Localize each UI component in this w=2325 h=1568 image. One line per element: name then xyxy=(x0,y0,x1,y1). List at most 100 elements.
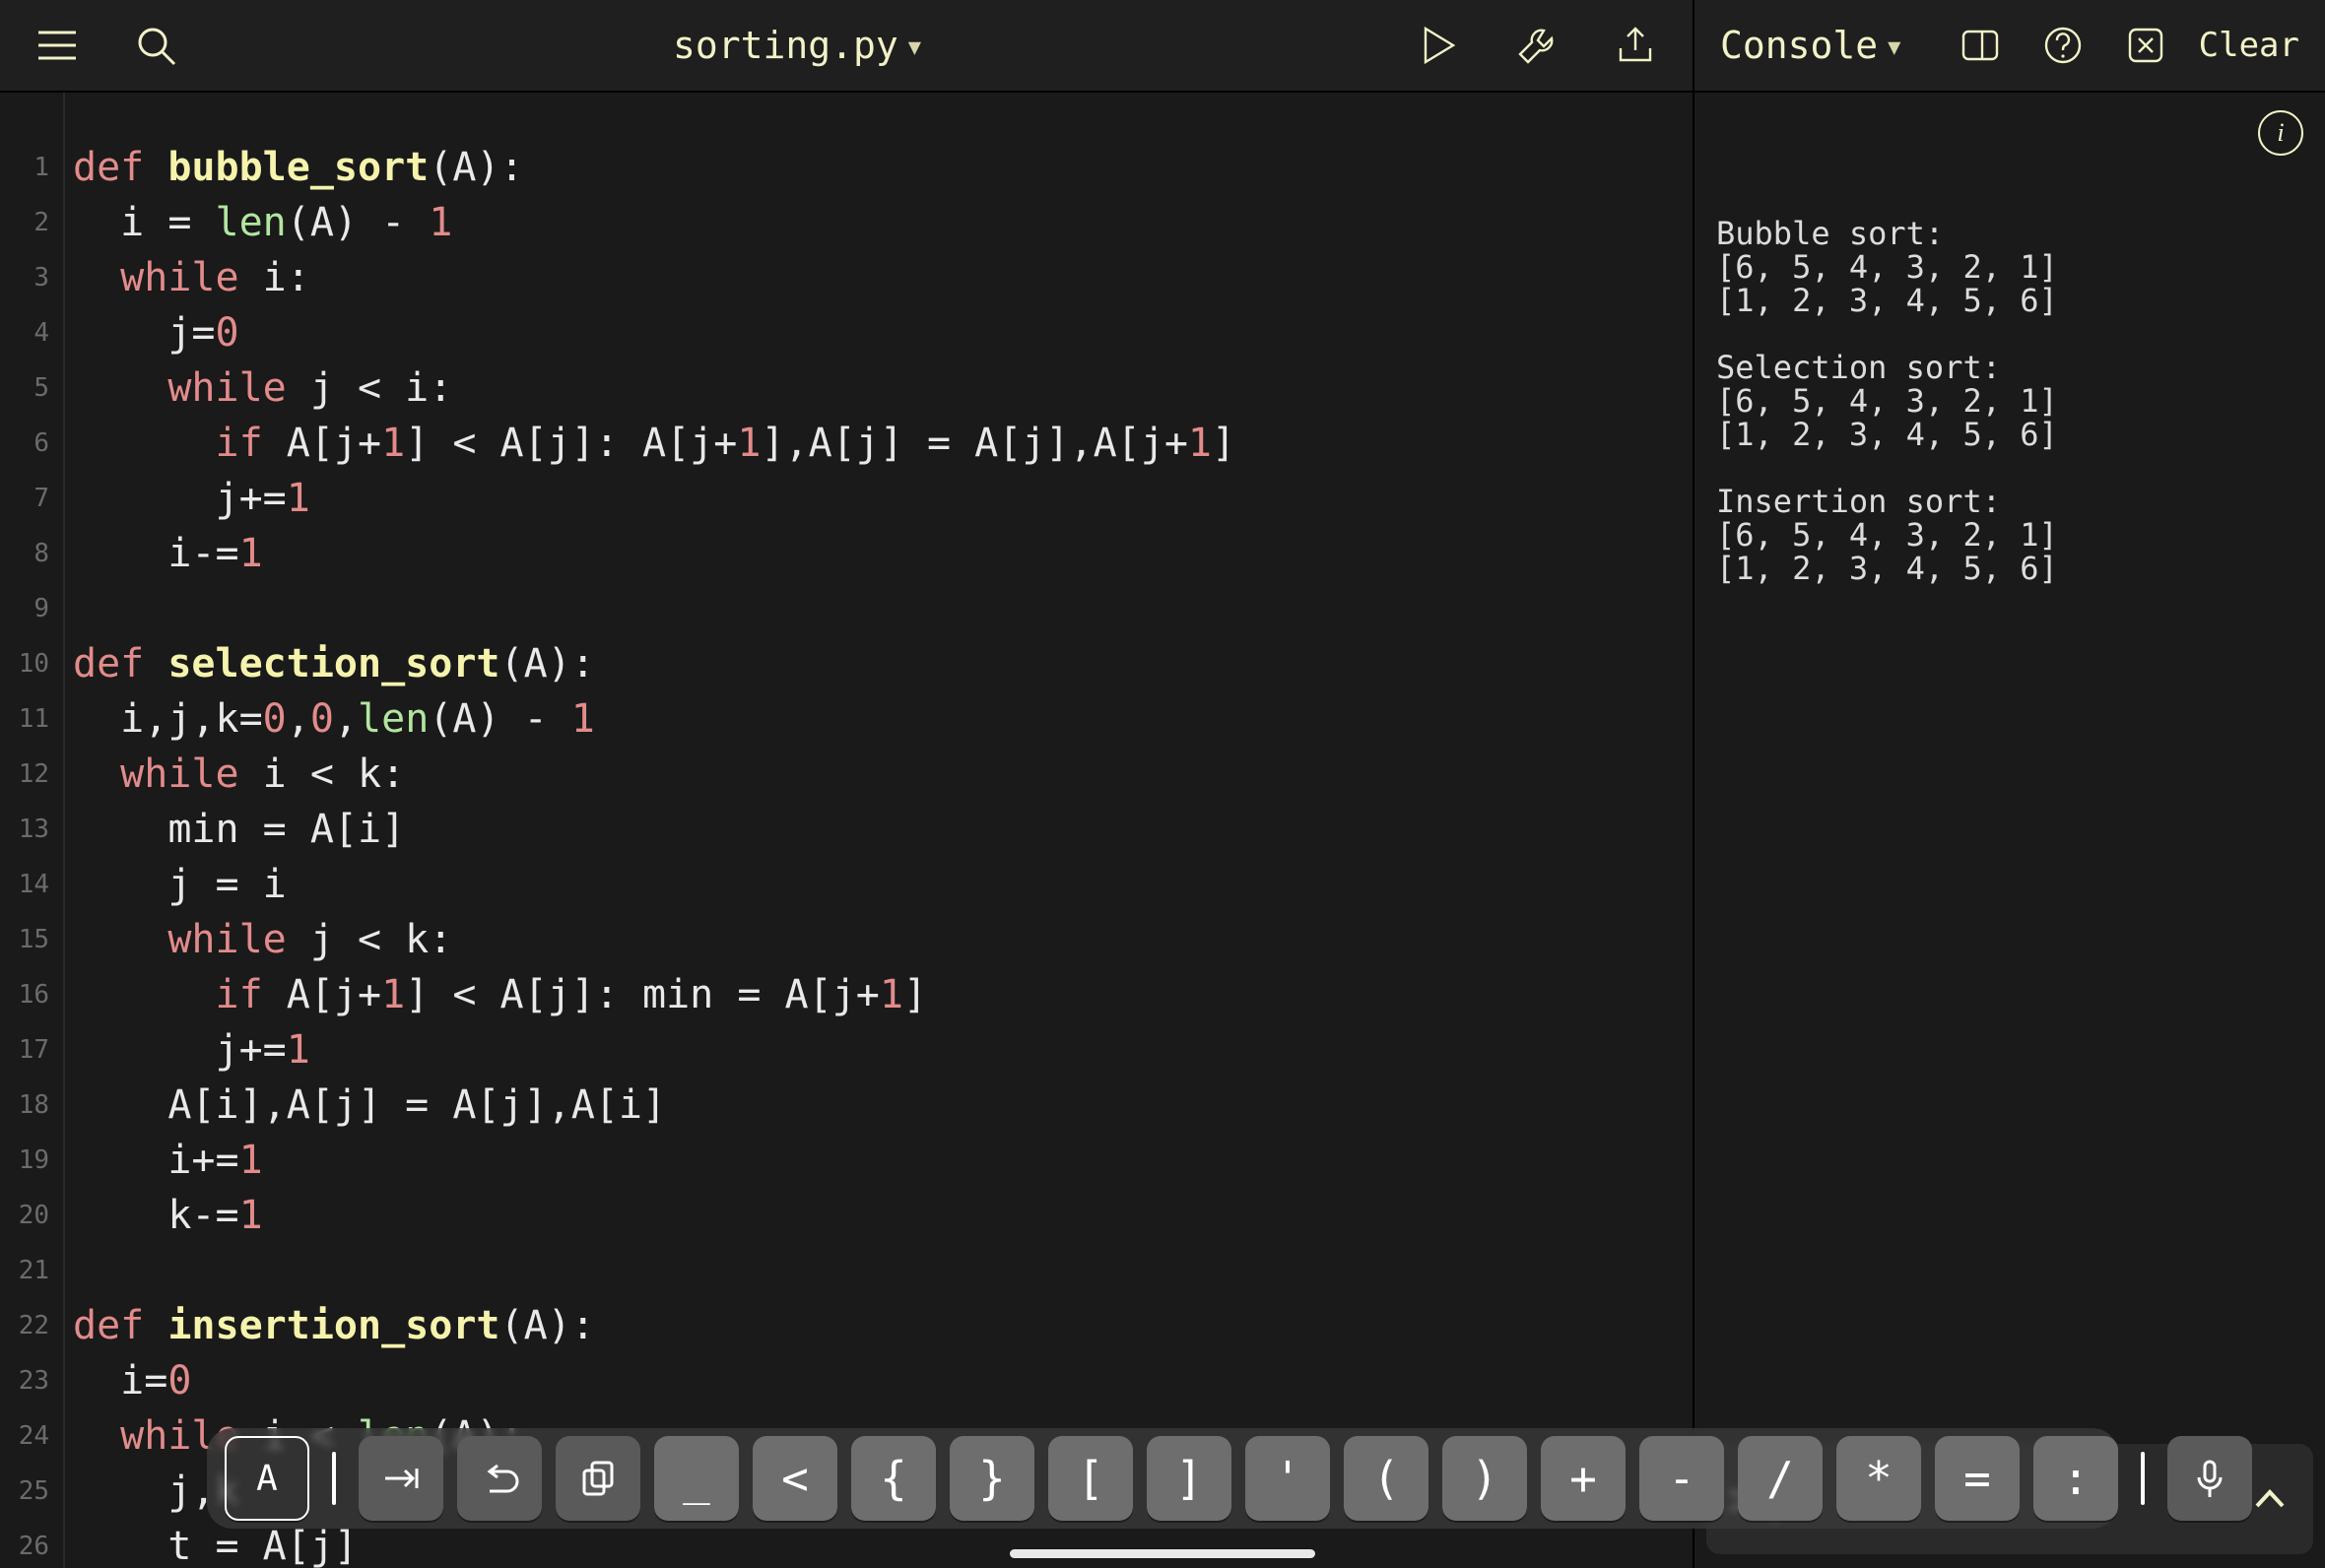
key-}[interactable]: } xyxy=(950,1436,1034,1521)
key-([interactable]: ( xyxy=(1344,1436,1428,1521)
line-number: 20 xyxy=(0,1188,53,1243)
console-title[interactable]: Console ▼ xyxy=(1720,24,1900,67)
console-output: i Bubble sort: [6, 5, 4, 3, 2, 1] [1, 2,… xyxy=(1694,93,2325,1444)
code-line[interactable]: min = A[i] xyxy=(73,802,1693,857)
line-number: 18 xyxy=(0,1078,53,1133)
close-console-icon[interactable] xyxy=(2116,16,2175,75)
code-line[interactable]: i,j,k=0,0,len(A) - 1 xyxy=(73,691,1693,747)
key-][interactable]: ] xyxy=(1147,1436,1231,1521)
file-title[interactable]: sorting.py ▼ xyxy=(673,24,921,67)
console-dropdown-icon: ▼ xyxy=(1888,35,1900,60)
share-icon[interactable] xyxy=(1606,16,1665,75)
code-line[interactable]: k-=1 xyxy=(73,1188,1693,1243)
main-split: sorting.py ▼ 123456789101112131415161718… xyxy=(0,0,2325,1568)
console-output-text: Bubble sort: [6, 5, 4, 3, 2, 1] [1, 2, 3… xyxy=(1716,217,2303,585)
line-number: 13 xyxy=(0,802,53,857)
code-area[interactable]: 1234567891011121314151617181920212223242… xyxy=(0,93,1693,1568)
console-title-label: Console xyxy=(1720,24,1878,67)
line-number: 4 xyxy=(0,305,53,360)
key-+[interactable]: + xyxy=(1541,1436,1626,1521)
code-line[interactable]: j+=1 xyxy=(73,471,1693,526)
editor-pane: sorting.py ▼ 123456789101112131415161718… xyxy=(0,0,1694,1568)
code-line[interactable]: i+=1 xyxy=(73,1133,1693,1188)
code-line[interactable]: def bubble_sort(A): xyxy=(73,140,1693,195)
code-line[interactable]: i=0 xyxy=(73,1353,1693,1408)
code-line[interactable]: if A[j+1] < A[j]: min = A[j+1] xyxy=(73,967,1693,1022)
key-*[interactable]: * xyxy=(1836,1436,1921,1521)
help-icon[interactable] xyxy=(2033,16,2092,75)
line-number: 1 xyxy=(0,140,53,195)
copy-key[interactable] xyxy=(556,1436,640,1521)
run-icon[interactable] xyxy=(1409,16,1468,75)
code-line[interactable]: A[i],A[j] = A[j],A[i] xyxy=(73,1078,1693,1133)
layout-toggle-icon[interactable] xyxy=(1951,16,2010,75)
tab-key[interactable] xyxy=(359,1436,443,1521)
menu-icon[interactable] xyxy=(28,16,87,75)
code-line[interactable]: while j < i: xyxy=(73,360,1693,416)
key-'[interactable]: ' xyxy=(1245,1436,1330,1521)
key-<[interactable]: < xyxy=(753,1436,837,1521)
key-{[interactable]: { xyxy=(851,1436,936,1521)
editor-toolbar: sorting.py ▼ xyxy=(0,0,1693,93)
info-icon[interactable]: i xyxy=(2258,110,2303,156)
line-number: 14 xyxy=(0,857,53,912)
code-line[interactable]: while i < k: xyxy=(73,747,1693,802)
line-number: 22 xyxy=(0,1298,53,1353)
keyboard-accessory-bar: A _<{}[]'()+-/*=: xyxy=(207,1428,2118,1529)
line-number: 5 xyxy=(0,360,53,416)
line-number: 19 xyxy=(0,1133,53,1188)
code-line[interactable]: j=0 xyxy=(73,305,1693,360)
code-line[interactable]: i-=1 xyxy=(73,526,1693,581)
history-up-icon[interactable] xyxy=(2248,1477,2292,1521)
undo-key[interactable] xyxy=(457,1436,542,1521)
code-line[interactable]: def selection_sort(A): xyxy=(73,636,1693,691)
line-number: 26 xyxy=(0,1519,53,1568)
file-name: sorting.py xyxy=(673,24,898,67)
file-dropdown-icon: ▼ xyxy=(908,35,921,60)
caps-key[interactable]: A xyxy=(225,1436,309,1521)
line-number-gutter: 1234567891011121314151617181920212223242… xyxy=(0,93,65,1568)
tools-icon[interactable] xyxy=(1507,16,1566,75)
line-number: 23 xyxy=(0,1353,53,1408)
home-indicator[interactable] xyxy=(1010,1549,1315,1558)
line-number: 12 xyxy=(0,747,53,802)
key-[[interactable]: [ xyxy=(1048,1436,1133,1521)
code-line[interactable]: if A[j+1] < A[j]: A[j+1],A[j] = A[j],A[j… xyxy=(73,416,1693,471)
clear-button[interactable]: Clear xyxy=(2199,26,2299,65)
key-/[interactable]: / xyxy=(1738,1436,1823,1521)
code-line[interactable]: while j < k: xyxy=(73,912,1693,967)
code-line[interactable]: i = len(A) - 1 xyxy=(73,195,1693,250)
code-line[interactable]: def insertion_sort(A): xyxy=(73,1298,1693,1353)
code-content[interactable]: def bubble_sort(A): i = len(A) - 1 while… xyxy=(65,93,1693,1568)
line-number: 2 xyxy=(0,195,53,250)
key--[interactable]: - xyxy=(1639,1436,1724,1521)
line-number: 6 xyxy=(0,416,53,471)
line-number: 24 xyxy=(0,1408,53,1464)
line-number: 9 xyxy=(0,581,53,636)
line-number: 17 xyxy=(0,1022,53,1078)
line-number: 3 xyxy=(0,250,53,305)
line-number: 8 xyxy=(0,526,53,581)
code-line[interactable] xyxy=(73,581,1693,636)
key-=[interactable]: = xyxy=(1935,1436,2020,1521)
line-number: 25 xyxy=(0,1464,53,1519)
kbd-divider xyxy=(323,1452,345,1505)
code-line[interactable]: j+=1 xyxy=(73,1022,1693,1078)
line-number: 21 xyxy=(0,1243,53,1298)
console-toolbar: Console ▼ Clear xyxy=(1694,0,2325,93)
key-)[interactable]: ) xyxy=(1442,1436,1527,1521)
line-number: 15 xyxy=(0,912,53,967)
code-line[interactable]: j = i xyxy=(73,857,1693,912)
dictation-key[interactable] xyxy=(2167,1436,2252,1521)
key-_[interactable]: _ xyxy=(654,1436,739,1521)
app-root: sorting.py ▼ 123456789101112131415161718… xyxy=(0,0,2325,1568)
code-line[interactable] xyxy=(73,1243,1693,1298)
line-number: 16 xyxy=(0,967,53,1022)
kbd-divider xyxy=(2132,1452,2154,1505)
line-number: 11 xyxy=(0,691,53,747)
console-pane: Console ▼ Clear i Bubble sort: [6, 5, 4,… xyxy=(1694,0,2325,1568)
search-icon[interactable] xyxy=(126,16,185,75)
key-:[interactable]: : xyxy=(2033,1436,2118,1521)
line-number: 10 xyxy=(0,636,53,691)
code-line[interactable]: while i: xyxy=(73,250,1693,305)
